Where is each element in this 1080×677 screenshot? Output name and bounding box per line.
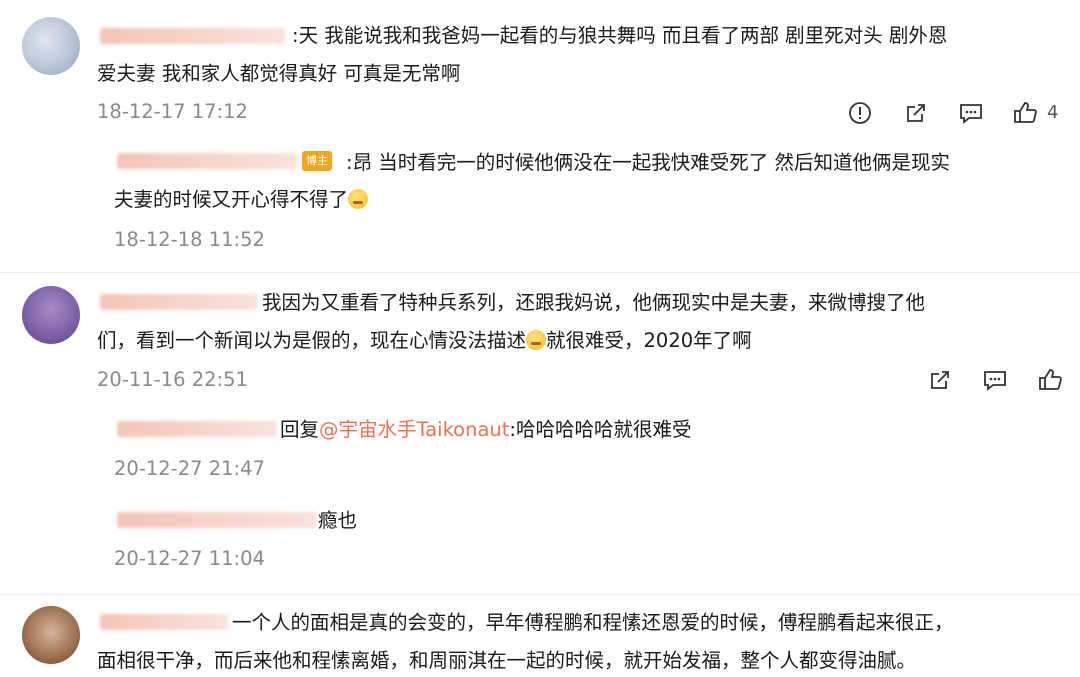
username[interactable] xyxy=(117,421,277,437)
username[interactable] xyxy=(117,512,317,528)
comment-icon[interactable] xyxy=(981,366,1009,394)
comment-text-line: :天 我能说我和我爸妈一起看的与狼共舞吗 而且看了两部 剧里死对头 剧外恩 xyxy=(292,24,948,47)
share-icon[interactable] xyxy=(926,366,954,394)
mention-link[interactable]: @宇宙水手Taikonaut xyxy=(319,418,509,441)
crying-emoji-icon xyxy=(348,189,369,209)
username[interactable] xyxy=(100,614,228,630)
comment-text-line: 们，看到一个新闻以为是假的，现在心情没法描述 就很难受，2020年了啊 xyxy=(97,324,752,357)
reply-text-line: 回复@宇宙水手Taikonaut:哈哈哈哈哈就很难受 xyxy=(280,413,692,446)
timestamp: 20-11-16 22:51 xyxy=(97,368,248,391)
avatar[interactable] xyxy=(22,286,80,344)
avatar[interactable] xyxy=(22,17,80,75)
like-icon[interactable] xyxy=(1036,366,1064,394)
reply-text: 夫妻的时候又开心得不得了 xyxy=(114,188,349,211)
reply-prefix: 回复 xyxy=(280,418,320,441)
username[interactable] xyxy=(117,153,297,169)
comment-text-line: 我因为又重看了特种兵系列，还跟我妈说，他俩现实中是夫妻，来微博搜了他 xyxy=(262,291,926,314)
author-badge: 博主 xyxy=(302,151,332,171)
comment-text-line: 面相很干净，而后来他和程愫离婚，和周丽淇在一起的时候，就开始发福，整个人都变得油… xyxy=(97,649,917,672)
avatar[interactable] xyxy=(22,606,80,664)
share-icon[interactable] xyxy=(902,99,930,127)
reply-text: :哈哈哈哈哈就很难受 xyxy=(509,418,692,441)
divider xyxy=(0,272,1080,273)
like-icon[interactable] xyxy=(1011,99,1039,127)
comment-text-line: 爱夫妻 我和家人都觉得真好 可真是无常啊 xyxy=(97,62,461,85)
comment-icon[interactable] xyxy=(957,99,985,127)
like-count: 4 xyxy=(1047,102,1059,123)
username[interactable] xyxy=(100,294,258,310)
timestamp: 18-12-17 17:12 xyxy=(97,100,248,123)
comment-text: 们，看到一个新闻以为是假的，现在心情没法描述 xyxy=(97,329,527,352)
timestamp: 18-12-18 11:52 xyxy=(114,228,265,251)
reply-text-line: 夫妻的时候又开心得不得了 xyxy=(114,183,369,216)
reply-text-line: :昂 当时看完一的时候他俩没在一起我快难受死了 然后知道他俩是现实 xyxy=(346,151,950,174)
reply-text-line: 瘾也 xyxy=(318,509,358,532)
sad-emoji-icon xyxy=(526,330,547,350)
username[interactable] xyxy=(100,28,285,44)
comment-text-line: 一个人的面相是真的会变的，早年傅程鹏和程愫还恩爱的时候，傅程鹏看起来很正， xyxy=(232,611,954,634)
report-icon[interactable] xyxy=(846,99,874,127)
comment-text: 就很难受，2020年了啊 xyxy=(546,329,752,352)
timestamp: 20-12-27 21:47 xyxy=(114,457,265,480)
timestamp: 20-12-27 11:04 xyxy=(114,547,265,570)
divider xyxy=(0,594,1080,595)
